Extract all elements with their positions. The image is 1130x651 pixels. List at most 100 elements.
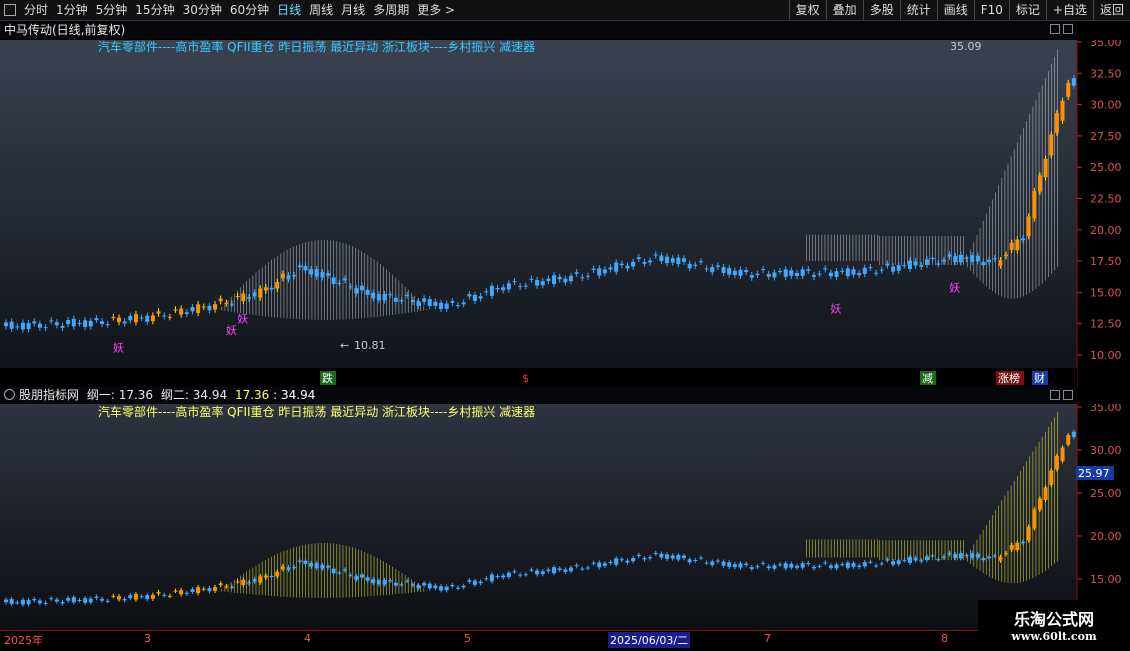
candle-body [535, 279, 540, 286]
candle-body [687, 559, 692, 563]
main-yaxis-label: 10.00 [1090, 349, 1122, 362]
timeframe-8[interactable]: 月线 [337, 0, 369, 20]
candle-body [975, 553, 980, 558]
bottom-badge[interactable]: 涨榜 [998, 371, 1020, 385]
timeframe-3[interactable]: 15分钟 [131, 0, 178, 20]
sub-line1-label: 纲一: 17.36 [86, 388, 154, 402]
candle-body [26, 600, 31, 605]
timeframe-2[interactable]: 5分钟 [92, 0, 132, 20]
candle-body [998, 260, 1003, 266]
candle-body [659, 553, 664, 558]
panel-icon[interactable] [4, 4, 16, 16]
timeframe-10[interactable]: 更多 > [413, 0, 459, 20]
candle-body [230, 303, 234, 305]
sub-panel-name: 股朋指标网 [19, 388, 80, 402]
candle-body [732, 270, 737, 276]
candle-body [778, 271, 783, 273]
toolbar-button-8[interactable]: 返回 [1092, 0, 1130, 20]
candle-body [77, 322, 82, 324]
yao-mark: 妖 [831, 302, 842, 316]
candle-body [422, 298, 427, 302]
candle-body [823, 268, 828, 270]
candle-body [388, 580, 393, 582]
sub-yaxis-label: 20.00 [1090, 530, 1122, 543]
candle-body [964, 257, 969, 259]
toolbar-button-7[interactable]: +自选 [1045, 0, 1093, 20]
candle-body [569, 275, 573, 282]
candle-body [145, 315, 150, 322]
sub-indicator-chart[interactable]: 35.00 30.00 25.00 20.00 15.00 汽车零部件----高市盈率 … [0, 404, 1130, 630]
candle-body [659, 255, 664, 261]
candle-body [800, 269, 805, 276]
candle-body [331, 277, 336, 284]
candle-body [710, 561, 715, 566]
candle-body [868, 561, 873, 563]
timeframe-7[interactable]: 周线 [305, 0, 337, 20]
toolbar-button-0[interactable]: 复权 [788, 0, 826, 20]
candle-body [241, 579, 246, 585]
candle-body [139, 596, 144, 598]
candle-body [495, 287, 500, 290]
candle-body [1066, 82, 1071, 97]
candle-body [772, 565, 777, 569]
timeframe-1[interactable]: 1分钟 [52, 0, 92, 20]
candle-body [235, 581, 240, 583]
candle-body [218, 583, 223, 586]
timeframe-5[interactable]: 60分钟 [226, 0, 273, 20]
candle-body [715, 265, 720, 267]
bottom-badge[interactable]: 跌 [322, 371, 333, 385]
yao-mark: 妖 [949, 280, 960, 294]
date-label: 8 [941, 632, 948, 645]
candle-body [738, 269, 743, 276]
candle-body [484, 578, 489, 580]
candle-body [348, 574, 353, 576]
toolbar-button-5[interactable]: F10 [973, 0, 1009, 20]
timeframe-9[interactable]: 多周期 [369, 0, 413, 20]
restore-icon[interactable] [1050, 24, 1060, 34]
toolbar: 分时 1分钟 5分钟 15分钟 30分钟 60分钟 日线 周线 月线 多周期 更多 > 复权 叠加 多股… [0, 0, 1130, 21]
candle-body [597, 562, 602, 568]
candle-body [280, 566, 285, 570]
toolbar-button-4[interactable]: 画线 [936, 0, 974, 20]
candle-body [619, 263, 624, 266]
candle-body [998, 556, 1003, 561]
candle-body [54, 322, 59, 326]
candle-body [343, 278, 347, 281]
candle-body [851, 563, 856, 567]
candle-body [795, 273, 799, 277]
sub-close-icon[interactable] [1063, 390, 1073, 400]
candle-body [54, 599, 59, 602]
close-icon[interactable] [1063, 24, 1073, 34]
candle-body [506, 572, 511, 577]
sub-panel-icon[interactable] [4, 389, 15, 400]
candle-body [286, 275, 291, 280]
main-kline-chart[interactable]: 35.00 32.50 30.00 27.50 25.00 22.50 20.00 17.50… [0, 40, 1130, 387]
candle-body [851, 269, 856, 275]
timeframe-4[interactable]: 30分钟 [179, 0, 226, 20]
toolbar-button-6[interactable]: 标记 [1008, 0, 1046, 20]
candle-body [207, 588, 212, 592]
candle-body [1004, 254, 1009, 257]
bottom-badge[interactable]: 财 [1034, 371, 1045, 385]
candle-body [636, 257, 641, 259]
toolbar-button-1[interactable]: 叠加 [825, 0, 863, 20]
sub-restore-icon[interactable] [1050, 390, 1060, 400]
candle-body [698, 557, 703, 559]
candle-body [252, 292, 257, 297]
timeframe-0[interactable]: 分时 [20, 0, 52, 20]
candle-body [992, 555, 997, 557]
candle-body [365, 577, 370, 581]
candle-body [845, 562, 850, 568]
candle-body [1015, 542, 1020, 551]
candle-body [66, 319, 71, 325]
candle-body [456, 304, 460, 306]
toolbar-button-3[interactable]: 统计 [899, 0, 937, 20]
yao-mark: 妖 [237, 312, 248, 326]
candle-body [1060, 100, 1065, 121]
bottom-badge[interactable]: 减 [922, 372, 933, 385]
timeframe-6[interactable]: 日线 [273, 0, 305, 20]
toolbar-button-2[interactable]: 多股 [862, 0, 900, 20]
candle-body [958, 254, 963, 263]
candle-body [806, 269, 811, 271]
bottom-badge[interactable]: $ [522, 372, 529, 385]
